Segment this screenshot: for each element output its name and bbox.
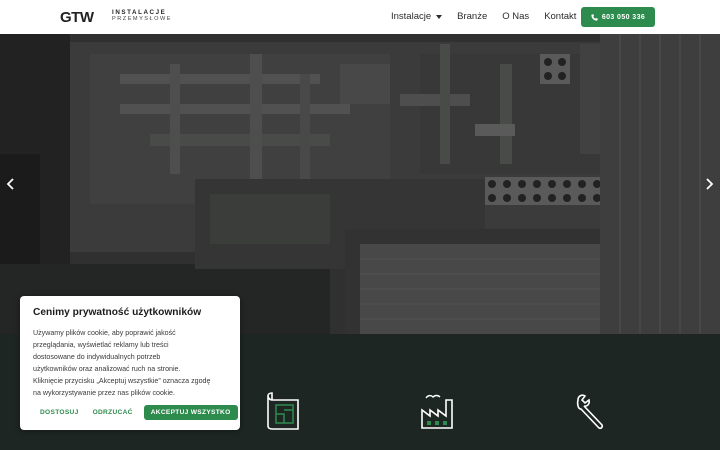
cookie-consent-dialog: Cenimy prywatność użytkowników Używamy p…: [20, 296, 240, 430]
customize-button[interactable]: DOSTOSUJ: [33, 405, 86, 420]
logo-line2: PRZEMYSŁOWE: [112, 16, 173, 23]
hero-slider: [0, 34, 720, 334]
logo-mark: GTW: [60, 9, 95, 24]
cookie-text-line: dostosowane do indywidualnych potrzeb: [33, 353, 161, 361]
nav-label-branze: Branże: [457, 11, 488, 22]
cookie-text-line: użytkowników oraz analizować ruch na str…: [33, 365, 181, 373]
logo[interactable]: GTW INSTALACJE PRZEMYSŁOWE: [60, 9, 172, 24]
reject-button[interactable]: ODRZUCAĆ: [86, 405, 140, 420]
logo-text: INSTALACJE PRZEMYSŁOWE: [112, 9, 173, 23]
cookie-text-line: na wykorzystywanie przez nas plików cook…: [33, 389, 175, 397]
blueprint-icon[interactable]: [264, 392, 302, 432]
logo-mark-text: GTW: [60, 9, 95, 24]
chevron-right-icon[interactable]: [703, 177, 715, 191]
factory-icon[interactable]: [418, 392, 456, 432]
cookie-text-line: Używamy plików cookie, aby poprawić jako…: [33, 329, 176, 337]
wrench-icon[interactable]: [572, 392, 610, 432]
nav-label-o-nas: O Nas: [502, 11, 530, 22]
cookie-text: Używamy plików cookie, aby poprawić jako…: [33, 327, 227, 399]
nav-item-o-nas[interactable]: O Nas: [502, 11, 529, 22]
site-header: GTW INSTALACJE PRZEMYSŁOWE Instalacje Br…: [0, 0, 720, 34]
phone-number: 603 050 336: [601, 13, 646, 21]
nav-item-instalacje[interactable]: Instalacje: [391, 11, 443, 22]
cookie-title: Cenimy prywatność użytkowników: [33, 307, 202, 318]
cookie-text-line: przeglądania, wyświetlać reklamy lub tre…: [33, 341, 169, 349]
cookie-text-line: Kliknięcie przycisku „Akceptuj wszystkie…: [33, 377, 211, 385]
nav-label-kontakt: Kontakt: [544, 11, 577, 22]
phone-icon: [591, 13, 598, 21]
nav-label-instalacje: Instalacje: [391, 11, 432, 22]
nav-item-kontakt[interactable]: Kontakt: [544, 11, 576, 22]
main-nav: Instalacje Branże O Nas Kontakt: [391, 11, 576, 22]
chevron-left-icon[interactable]: [5, 177, 17, 191]
cookie-buttons: DOSTOSUJ ODRZUCAĆ AKCEPTUJ WSZYSTKO: [33, 405, 238, 420]
hero-image: [0, 34, 720, 334]
nav-item-branze[interactable]: Branże: [457, 11, 487, 22]
chevron-down-icon: [436, 14, 443, 19]
accept-all-button[interactable]: AKCEPTUJ WSZYSTKO: [143, 405, 238, 420]
phone-button[interactable]: 603 050 336: [581, 7, 655, 27]
